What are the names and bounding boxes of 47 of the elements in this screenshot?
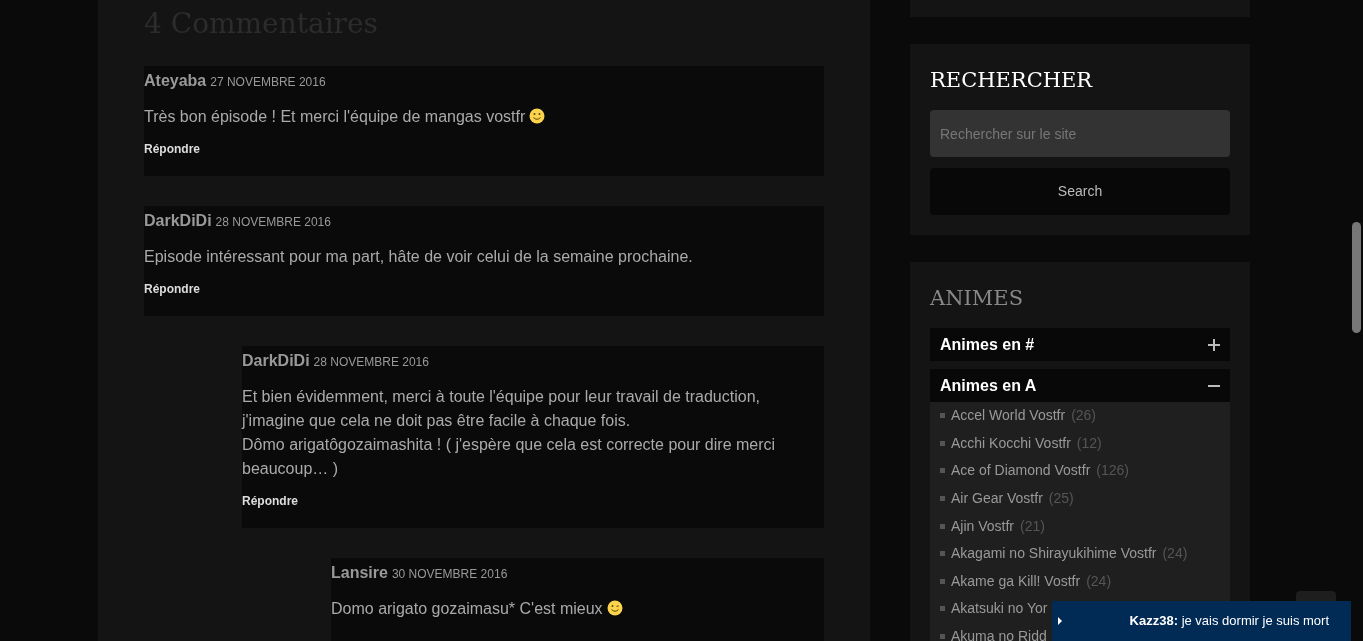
comment-date: 27 NOVEMBRE 2016: [210, 74, 326, 91]
scroll-top-button[interactable]: [1296, 591, 1336, 601]
comment-author: Ateyaba: [144, 71, 207, 91]
accordion-header[interactable]: Animes en #: [930, 328, 1230, 361]
comment-date: 30 NOVEMBRE 2016: [391, 566, 508, 583]
bullet-icon: [940, 551, 945, 557]
anime-link[interactable]: Ajin Vostfr: [951, 515, 1015, 537]
reply-link[interactable]: Répondre: [144, 280, 200, 298]
bullet-icon: [940, 413, 945, 419]
anime-link[interactable]: Accel World Vostfr: [951, 405, 1066, 427]
anime-link[interactable]: Acchi Kocchi Vostfr: [951, 432, 1071, 454]
comment-text: Très bon épisode ! Et merci l'équipe de mangas vostfr: [144, 105, 824, 129]
comment-date: 28 NOVEMBRE 2016: [313, 354, 429, 371]
accordion-header[interactable]: Animes en A: [930, 369, 1230, 402]
comment-author: DarkDiDi: [242, 351, 310, 371]
comment-text: Domo arigato gozaimasu* C'est mieux: [331, 597, 824, 621]
anime-link[interactable]: Akame ga Kill! Vostfr: [951, 570, 1081, 592]
anime-link[interactable]: Air Gear Vostfr: [951, 488, 1043, 510]
bullet-icon: [940, 468, 945, 474]
reply-link[interactable]: Répondre: [144, 140, 200, 158]
comment-author: DarkDiDi: [144, 211, 212, 231]
bullet-icon: [940, 440, 945, 446]
comment-author: Lansire: [331, 563, 388, 583]
comment-text: Dômo arigatôgozaimashita ! ( j'espère que cela est correcte pour dire merci beaucoup… ): [242, 435, 777, 479]
chat-toast[interactable]: Kazz38: je vais dormir je suis mort: [1052, 601, 1351, 641]
bullet-icon: [940, 496, 945, 502]
plus-icon: [1208, 338, 1220, 351]
bullet-icon: [940, 523, 945, 529]
search-field[interactable]: Rechercher sur le site: [930, 110, 1230, 157]
widget-title: ANIMES: [930, 285, 1025, 312]
search-button[interactable]: Search: [930, 168, 1230, 215]
widget-title: RECHERCHER: [930, 67, 1094, 94]
winking-smiley-icon: [606, 600, 623, 616]
comment-text: Episode intéressant pour ma part, hâte de voir celui de la semaine prochaine.: [144, 247, 694, 267]
chat-message: Kazz38: je vais dormir je suis mort: [1129, 612, 1329, 631]
anime-link[interactable]: Akagami no Shirayukihime Vostfr: [951, 543, 1157, 565]
comment-date: 28 NOVEMBRE 2016: [215, 214, 331, 231]
caret-icon: [1058, 617, 1062, 625]
smiley-icon: [529, 108, 546, 124]
anime-link[interactable]: Akatsuki no Yor: [951, 598, 1048, 620]
bullet-icon: [940, 578, 945, 584]
reply-link[interactable]: Répondre: [242, 492, 298, 510]
anime-link[interactable]: Akuma no Ridd: [951, 626, 1047, 641]
bullet-icon: [940, 634, 945, 640]
anime-link[interactable]: Ace of Diamond Vostfr: [951, 460, 1091, 482]
bullet-icon: [940, 606, 945, 612]
comment-text: Et bien évidemment, merci à toute l'équipe pour leur travail de traduction, j'imagine que cela ne doit pas être facile à chaque fois.: [242, 387, 761, 431]
